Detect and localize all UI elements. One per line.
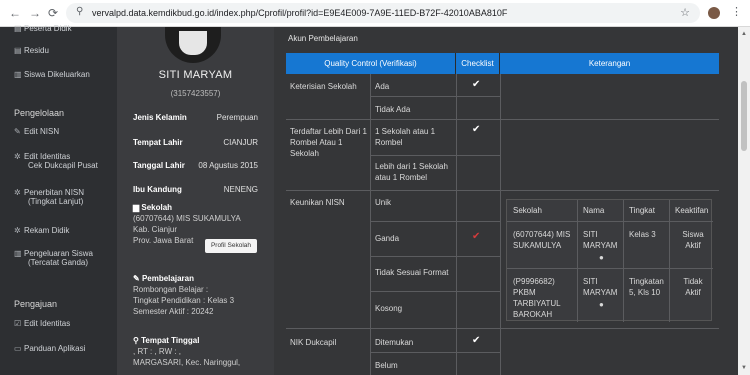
- student-nisn: (3157423557): [170, 89, 221, 98]
- table-row-1-tingkat: Kelas 3: [629, 230, 656, 239]
- header-checklist: Checklist: [456, 53, 500, 74]
- back-arrow-icon[interactable]: ←: [8, 6, 22, 20]
- profile-avatar[interactable]: [708, 7, 720, 19]
- nisn-detail-table: Sekolah Nama Tingkat Keaktifan (60707644…: [506, 199, 713, 322]
- option-ganda: Ganda: [375, 234, 400, 243]
- option-tidak-sesuai-format: Tidak Sesuai Format: [375, 268, 449, 277]
- map-pin-icon: ⚲: [133, 336, 139, 345]
- quality-control-table: Quality Control (Verifikasi) Checklist K…: [286, 53, 719, 375]
- checkmark-icon: ✔: [472, 124, 481, 135]
- edit-icon: ✎: [14, 127, 21, 136]
- scroll-up-arrow-icon[interactable]: ▲: [741, 31, 747, 37]
- table-row-1-keaktifan: Siswa Aktif: [682, 230, 704, 250]
- gear-icon: ✲: [14, 188, 21, 197]
- school-icon: ▆: [133, 203, 140, 212]
- inner-header-sekolah: Sekolah: [513, 206, 542, 215]
- option-ada: Ada: [375, 82, 390, 91]
- bookmark-star-icon[interactable]: ☆: [680, 6, 690, 19]
- sidebar-item-siswa-dikeluarkan[interactable]: ▥ Siswa Dikeluarkan: [14, 70, 90, 79]
- value-ibu-kandung: NENENG: [223, 185, 258, 194]
- student-photo: [165, 27, 221, 63]
- sidebar-item-edit-nisn[interactable]: ✎ Edit NISN: [14, 127, 59, 136]
- option-lebih-dari-1: Lebih dari 1 Sekolah atau 1 Rombel: [375, 162, 448, 182]
- sidebar-item-panduan-aplikasi[interactable]: ▭ Panduan Aplikasi: [14, 344, 85, 353]
- sidebar-item-edit-identitas-dukcapil[interactable]: ✲ Edit Identitas Cek Dukcapil Pusat: [14, 152, 98, 170]
- page-title: Akun Pembelajaran: [288, 34, 358, 43]
- sidebar-item-pengajuan-edit-identitas[interactable]: ☑ Edit Identitas: [14, 319, 70, 328]
- sidebar-item-rekam-didik[interactable]: ✲ Rekam Didik: [14, 226, 69, 235]
- checkmark-red-icon: ✔: [472, 231, 481, 242]
- reload-icon[interactable]: ⟳: [46, 6, 60, 20]
- edit-icon: ☑: [14, 319, 22, 328]
- table-row-1-nama: SITI MARYAM: [583, 230, 618, 250]
- label-tempat-lahir: Tempat Lahir: [133, 138, 183, 147]
- page-scrollbar[interactable]: ▲ ▼: [738, 27, 750, 375]
- inner-header-keaktifan: Keaktifan: [675, 206, 709, 215]
- browser-toolbar: ← → ⟳ ⚲ vervalpd.data.kemdikbud.go.id/in…: [0, 0, 750, 27]
- trash-icon: ▥: [14, 70, 22, 79]
- row-label-keterisian-sekolah: Keterisian Sekolah: [290, 82, 357, 91]
- gear-icon: ✲: [14, 226, 21, 235]
- sidebar-item-peserta-didik[interactable]: ▤ Peserta Didik: [14, 24, 72, 33]
- row-label-terdaftar: Terdaftar Lebih Dari 1 Rombel Atau 1 Sek…: [290, 127, 367, 158]
- browser-menu-icon[interactable]: ⋮: [731, 5, 742, 18]
- forward-arrow-icon[interactable]: →: [28, 6, 42, 20]
- table-row-2-keaktifan: Tidak Aktif: [683, 277, 703, 297]
- scrollbar-thumb[interactable]: [741, 81, 747, 151]
- sidebar-section-pengajuan: Pengajuan: [14, 299, 58, 309]
- value-jenis-kelamin: Perempuan: [216, 113, 258, 122]
- pembelajaran-block: ✎ Pembelajaran Rombongan Belajar : Tingk…: [133, 274, 235, 316]
- address-bar[interactable]: ⚲ vervalpd.data.kemdikbud.go.id/index.ph…: [66, 3, 700, 23]
- label-ibu-kandung: Ibu Kandung: [133, 185, 182, 194]
- gear-icon: ✲: [14, 152, 21, 161]
- checkmark-icon: ✔: [472, 79, 481, 90]
- sidebar-section-pengelolaan: Pengelolaan: [14, 108, 65, 118]
- table-row-2-sekolah: (P9996682) PKBM TARBIYATUL BAROKAH: [513, 277, 561, 319]
- label-jenis-kelamin: Jenis Kelamin: [133, 113, 187, 122]
- list-icon: ▤: [14, 46, 22, 55]
- header-quality-control: Quality Control (Verifikasi): [286, 53, 456, 74]
- option-belum: Belum: [375, 361, 398, 370]
- users-icon: ▤: [14, 24, 22, 33]
- profil-sekolah-button[interactable]: Profil Sekolah: [205, 239, 257, 253]
- sidebar-item-pengeluaran-siswa[interactable]: ▥ Pengeluaran Siswa (Tercatat Ganda): [14, 249, 93, 267]
- option-tidak-ada: Tidak Ada: [375, 105, 411, 114]
- sidebar-item-penerbitan-nisn[interactable]: ✲ Penerbitan NISN (Tingkat Lanjut): [14, 188, 84, 206]
- table-row-2-tingkat: Tingkatan 5, Kls 10: [629, 277, 664, 297]
- option-kosong: Kosong: [375, 304, 403, 313]
- sidebar-item-residu[interactable]: ▤ Residu: [14, 46, 49, 55]
- sidebar: ▤ Peserta Didik ▤ Residu ▥ Siswa Dikeluarka…: [0, 24, 117, 375]
- tempat-tinggal-block: ⚲ Tempat Tinggal , RT : , RW : , MARGASA…: [133, 336, 241, 367]
- document-icon: ▭: [14, 344, 22, 353]
- url-text[interactable]: vervalpd.data.kemdikbud.go.id/index.php/…: [92, 8, 507, 18]
- option-1-sekolah: 1 Sekolah atau 1 Rombel: [375, 127, 436, 147]
- student-profile-panel: SITI MARYAM (3157423557) Jenis Kelamin P…: [117, 27, 274, 375]
- checkmark-icon: ✔: [472, 335, 481, 346]
- user-icon: ●: [599, 253, 604, 262]
- value-tanggal-lahir: 08 Agustus 2015: [198, 161, 258, 170]
- row-label-nik-dukcapil: NIK Dukcapil: [290, 338, 337, 347]
- row-label-keunikan-nisn: Keunikan NISN: [290, 198, 345, 207]
- scroll-down-arrow-icon[interactable]: ▼: [741, 365, 747, 371]
- option-unik: Unik: [375, 198, 392, 207]
- option-ditemukan: Ditemukan: [375, 338, 414, 347]
- student-name: SITI MARYAM: [158, 69, 233, 81]
- trash-icon: ▥: [14, 249, 22, 258]
- table-row-1-sekolah: (60707644) MIS SUKAMULYA: [513, 230, 571, 250]
- table-row-2-nama: SITI MARYAM: [583, 277, 618, 297]
- main-content: Akun Pembelajaran Quality Control (Verif…: [274, 27, 738, 375]
- user-icon: ●: [599, 300, 604, 309]
- pencil-icon: ✎: [133, 274, 140, 283]
- header-keterangan: Keterangan: [500, 53, 719, 74]
- inner-header-nama: Nama: [583, 206, 605, 215]
- value-tempat-lahir: CIANJUR: [223, 138, 258, 147]
- inner-header-tingkat: Tingkat: [629, 206, 655, 215]
- label-tanggal-lahir: Tanggal Lahir: [133, 161, 185, 170]
- site-info-icon[interactable]: ⚲: [76, 6, 83, 17]
